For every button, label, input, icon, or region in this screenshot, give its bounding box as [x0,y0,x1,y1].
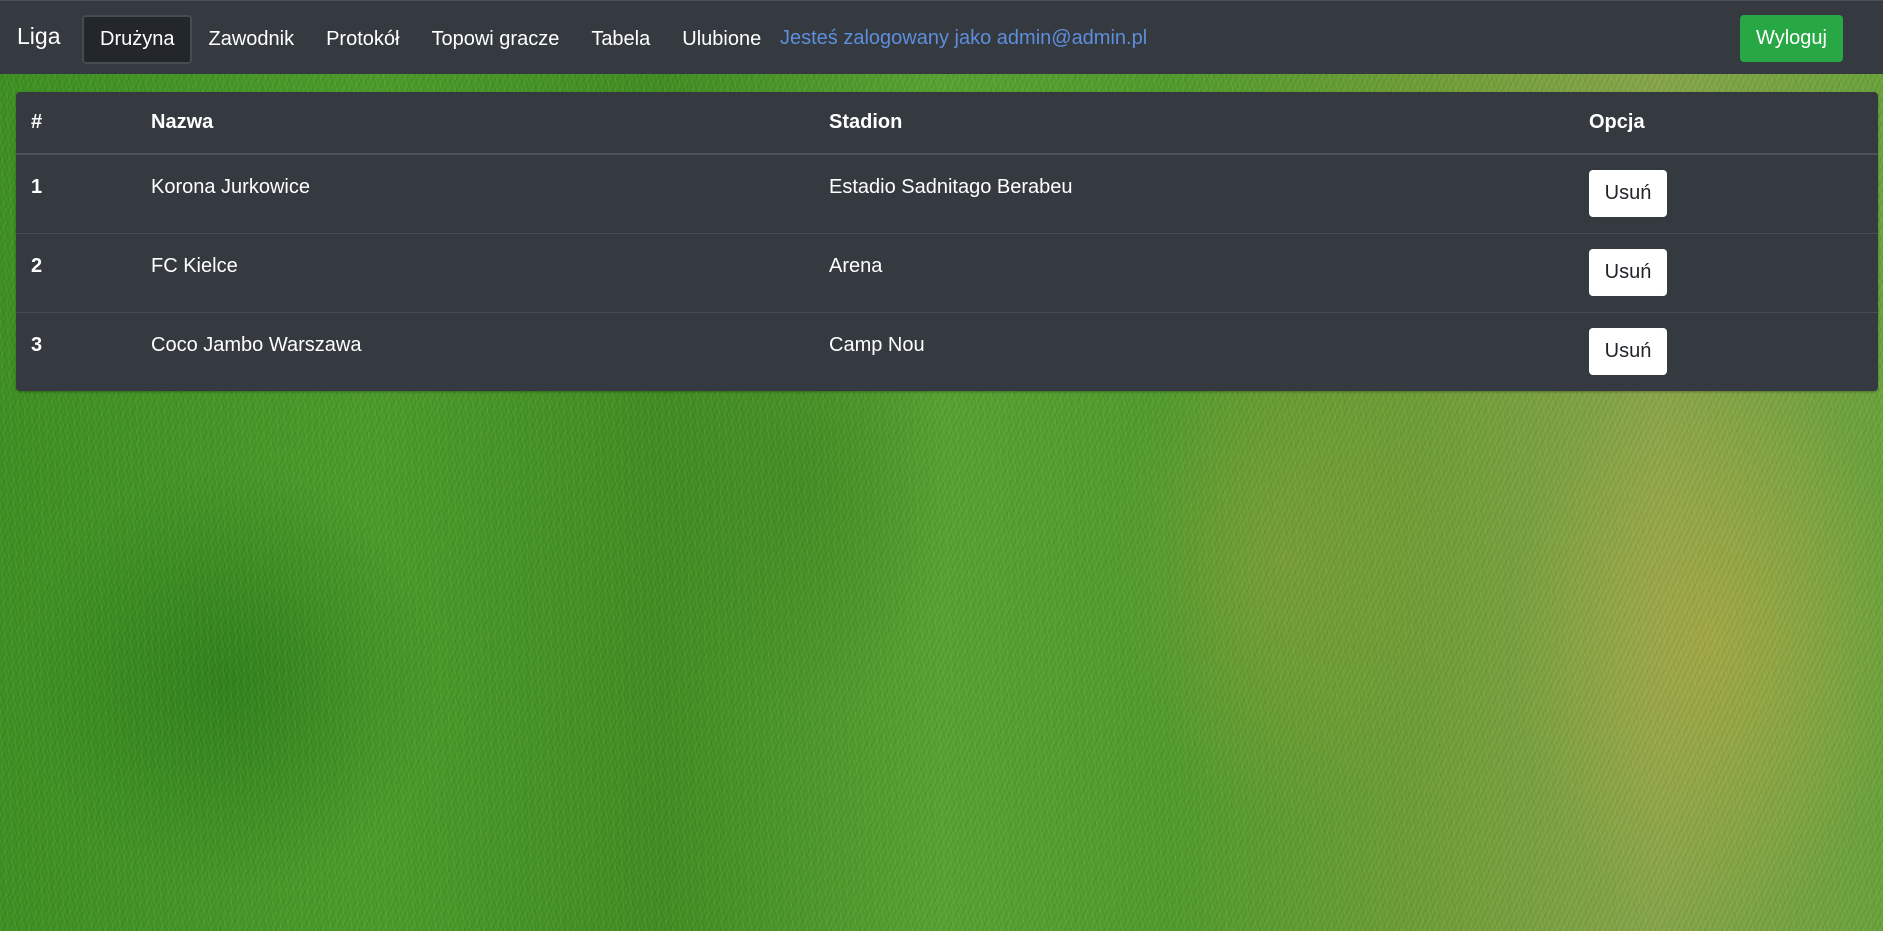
table-row: 1 Korona Jurkowice Estadio Sadnitago Ber… [16,154,1878,233]
team-name: Coco Jambo Warszawa [151,333,362,356]
nav-link-tabela[interactable]: Tabela [575,15,666,64]
teams-table-container: # Nazwa Stadion Opcja 1 Korona Jurkowice… [16,92,1878,391]
nav-link-topowi-gracze[interactable]: Topowi gracze [415,15,575,64]
delete-button[interactable]: Usuń [1589,248,1667,296]
stadium-name: Estadio Sadnitago Berabeu [829,176,1073,198]
nav-link-zawodnik[interactable]: Zawodnik [192,15,310,64]
brand-logo[interactable]: Liga [17,21,60,51]
logged-in-status: Jesteś zalogowany jako admin@admin.pl [780,27,1148,49]
column-header-option: Opcja [1574,92,1878,155]
column-header-stadium: Stadion [814,92,1574,155]
row-index-cell: 1 [16,154,136,233]
option-cell: Usuń [1574,232,1878,312]
option-cell: Usuń [1574,311,1878,391]
column-header-index: # [16,92,136,155]
row-index: 3 [31,333,43,356]
team-name-cell: FC Kielce [136,232,814,312]
teams-table: # Nazwa Stadion Opcja 1 Korona Jurkowice… [16,92,1878,391]
row-index: 2 [31,254,43,277]
nav-link-druzyna[interactable]: Drużyna [82,15,193,64]
option-cell: Usuń [1574,154,1878,233]
stadium-cell: Camp Nou [814,311,1574,391]
column-header-name: Nazwa [136,92,814,155]
delete-button[interactable]: Usuń [1589,170,1667,217]
team-name: FC Kielce [151,254,238,277]
nav-link-ulubione[interactable]: Ulubione [666,15,777,64]
stadium-cell: Arena [814,232,1574,312]
navbar: Liga Drużyna Zawodnik Protokół Topowi gr… [0,0,1883,74]
team-name: Korona Jurkowice [151,176,310,198]
stadium-cell: Estadio Sadnitago Berabeu [814,154,1574,233]
table-header-row: # Nazwa Stadion Opcja [16,92,1878,155]
team-name-cell: Korona Jurkowice [136,154,814,233]
row-index-cell: 2 [16,232,136,312]
stadium-name: Arena [829,254,883,277]
table-row: 3 Coco Jambo Warszawa Camp Nou Usuń [16,311,1878,391]
table-row: 2 FC Kielce Arena Usuń [16,232,1878,312]
team-name-cell: Coco Jambo Warszawa [136,311,814,391]
stadium-name: Camp Nou [829,333,925,356]
nav-link-protokol[interactable]: Protokół [310,15,415,64]
nav-links: Drużyna Zawodnik Protokół Topowi gracze … [82,15,777,64]
row-index-cell: 3 [16,311,136,391]
row-index: 1 [31,176,43,198]
logout-button[interactable]: Wyloguj [1740,15,1843,62]
delete-button[interactable]: Usuń [1589,327,1667,375]
